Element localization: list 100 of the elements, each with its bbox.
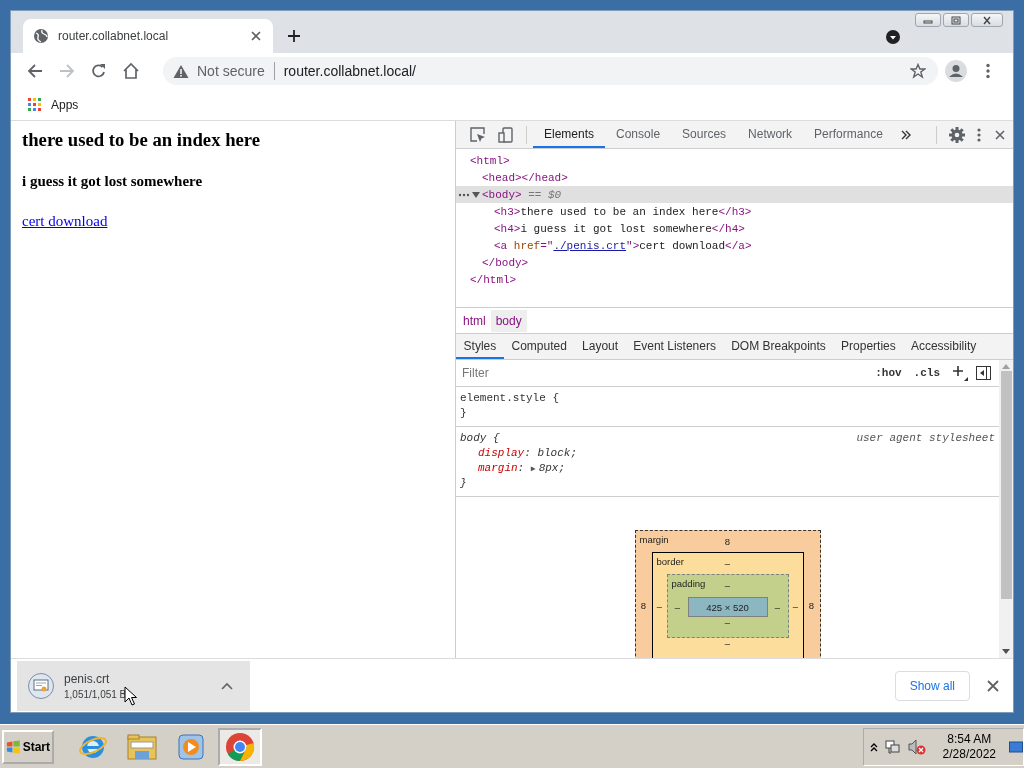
dom-line[interactable]: <h4>i guess it got lost somewhere</h4> xyxy=(494,222,745,235)
box-model-value: – xyxy=(724,638,731,649)
sidebar-tab[interactable]: Computed xyxy=(503,334,575,359)
download-status: 1,051/1,051 B xyxy=(64,688,127,700)
back-icon[interactable] xyxy=(27,63,43,79)
box-model-value: 8 xyxy=(640,600,647,611)
filter-toggle[interactable]: :hov xyxy=(874,365,903,381)
address-bar[interactable]: Not secure router.collabnet.local/ xyxy=(163,57,938,85)
device-icon[interactable] xyxy=(498,126,514,143)
scroll-down-icon[interactable] xyxy=(1002,649,1010,655)
css-declaration[interactable]: margin: ▶ 8px; xyxy=(460,461,566,476)
devtools-tab[interactable]: Performance xyxy=(803,121,894,148)
css-selector: body { xyxy=(460,432,500,444)
dom-line[interactable]: <html> xyxy=(470,154,510,167)
clock-date[interactable]: 2/28/2022 xyxy=(942,746,996,762)
show-all-button[interactable]: Show all xyxy=(894,670,970,701)
profile-icon[interactable] xyxy=(945,60,967,82)
clock-time[interactable]: 8:54 AM xyxy=(947,731,992,747)
dropdown-icon[interactable] xyxy=(886,30,900,44)
box-model-label: margin xyxy=(639,534,669,545)
dom-line[interactable]: <body> == $0 xyxy=(482,188,562,201)
caret-up-icon[interactable] xyxy=(221,681,233,690)
box-model-value: – xyxy=(656,600,663,612)
dom-line[interactable]: <head></head> xyxy=(482,171,568,184)
chrome-icon[interactable] xyxy=(225,731,255,762)
plus-icon[interactable] xyxy=(952,365,968,381)
muted-speaker-icon[interactable] xyxy=(907,738,926,755)
page-heading: there used to be an index here xyxy=(22,129,262,151)
warning-icon xyxy=(173,63,189,79)
home-icon[interactable] xyxy=(122,62,140,80)
show-desktop-icon[interactable] xyxy=(1009,738,1023,755)
sidebar-toggle-icon[interactable] xyxy=(976,366,991,380)
sidebar-tab[interactable]: Event Listeners xyxy=(625,334,724,359)
minimize-button[interactable] xyxy=(915,13,941,27)
sidebar-tab[interactable]: DOM Breakpoints xyxy=(723,334,834,359)
box-model-value: – xyxy=(774,601,781,613)
box-model-value: – xyxy=(724,580,731,591)
more-icon[interactable] xyxy=(977,127,981,142)
mouse-cursor-icon xyxy=(124,686,137,706)
folder-icon[interactable] xyxy=(126,732,158,761)
devtools-tab[interactable]: Console xyxy=(605,121,672,148)
box-model-label: padding xyxy=(671,578,706,589)
close-icon[interactable] xyxy=(986,678,1000,693)
menu-icon[interactable] xyxy=(986,63,990,79)
sidebar-tab[interactable]: Layout xyxy=(574,334,626,359)
network-icon[interactable] xyxy=(884,738,901,755)
globe-icon xyxy=(33,28,49,44)
breadcrumb[interactable]: body xyxy=(490,309,527,332)
devtools-tab[interactable]: Elements xyxy=(533,121,606,148)
box-model-value: – xyxy=(674,601,681,613)
css-declaration[interactable]: display: block; xyxy=(460,446,578,461)
new-tab-icon[interactable] xyxy=(287,29,301,43)
filter-toggle[interactable]: .cls xyxy=(912,365,941,381)
maximize-icon[interactable] xyxy=(950,15,962,25)
content-box: 425 × 520 xyxy=(687,597,768,617)
box-model-value: 8 xyxy=(724,536,731,547)
start-button[interactable]: Start xyxy=(2,729,54,764)
devtools-tab[interactable]: Sources xyxy=(671,121,738,148)
windows-flag-icon xyxy=(6,738,21,755)
box-model-value: – xyxy=(724,558,731,569)
url-text[interactable]: router.collabnet.local/ xyxy=(283,63,910,79)
star-icon[interactable] xyxy=(910,63,926,79)
close-button[interactable] xyxy=(971,13,1003,27)
close-icon[interactable] xyxy=(249,29,263,43)
bookmark-link[interactable]: Apps xyxy=(51,97,79,112)
settings-icon[interactable] xyxy=(949,126,965,143)
sidebar-tab[interactable]: Accessibility xyxy=(903,334,984,359)
scrollbar[interactable] xyxy=(999,360,1013,658)
security-label[interactable]: Not secure xyxy=(197,63,265,79)
dom-line[interactable]: <a href="./penis.crt">cert download</a> xyxy=(494,239,752,252)
devtools-tab[interactable]: Network xyxy=(737,121,804,148)
box-model-value: – xyxy=(792,600,799,612)
dom-line[interactable]: </body> xyxy=(482,256,529,269)
sidebar-tab[interactable]: Properties xyxy=(833,334,904,359)
reload-icon[interactable] xyxy=(91,63,107,79)
download-link[interactable]: cert download xyxy=(22,213,108,229)
taskbar-button[interactable] xyxy=(218,727,262,766)
browser-tab[interactable]: router.collabnet.local xyxy=(23,19,273,53)
sidebar-tab[interactable]: Styles xyxy=(456,334,504,359)
close-icon[interactable] xyxy=(981,15,993,25)
close-icon[interactable] xyxy=(993,127,1007,142)
expanded-triangle-icon[interactable] xyxy=(472,190,480,199)
css-brace: } xyxy=(460,477,467,489)
page-subheading: i guess it got lost somewhere xyxy=(22,172,204,191)
apps-icon[interactable] xyxy=(28,98,41,111)
more-tabs-icon[interactable] xyxy=(899,128,912,141)
css-brace: } xyxy=(460,407,467,419)
download-filename: penis.crt xyxy=(64,671,110,686)
inspect-icon[interactable] xyxy=(470,126,486,143)
download-item[interactable]: penis.crt 1,051/1,051 B xyxy=(17,660,250,711)
box-model-value: 8 xyxy=(808,600,815,611)
maximize-button[interactable] xyxy=(943,13,969,27)
dom-line[interactable]: </html> xyxy=(470,273,517,286)
tab-title: router.collabnet.local xyxy=(58,29,170,43)
dom-line[interactable]: <h3>there used to be an index here</h3> xyxy=(494,205,752,218)
stylesheet-source[interactable]: user agent stylesheet xyxy=(856,431,995,446)
media-player-icon[interactable] xyxy=(177,732,205,761)
certificate-icon[interactable] xyxy=(28,672,54,699)
breadcrumb[interactable]: html xyxy=(458,309,491,332)
chevron-up-icon[interactable] xyxy=(869,741,878,752)
